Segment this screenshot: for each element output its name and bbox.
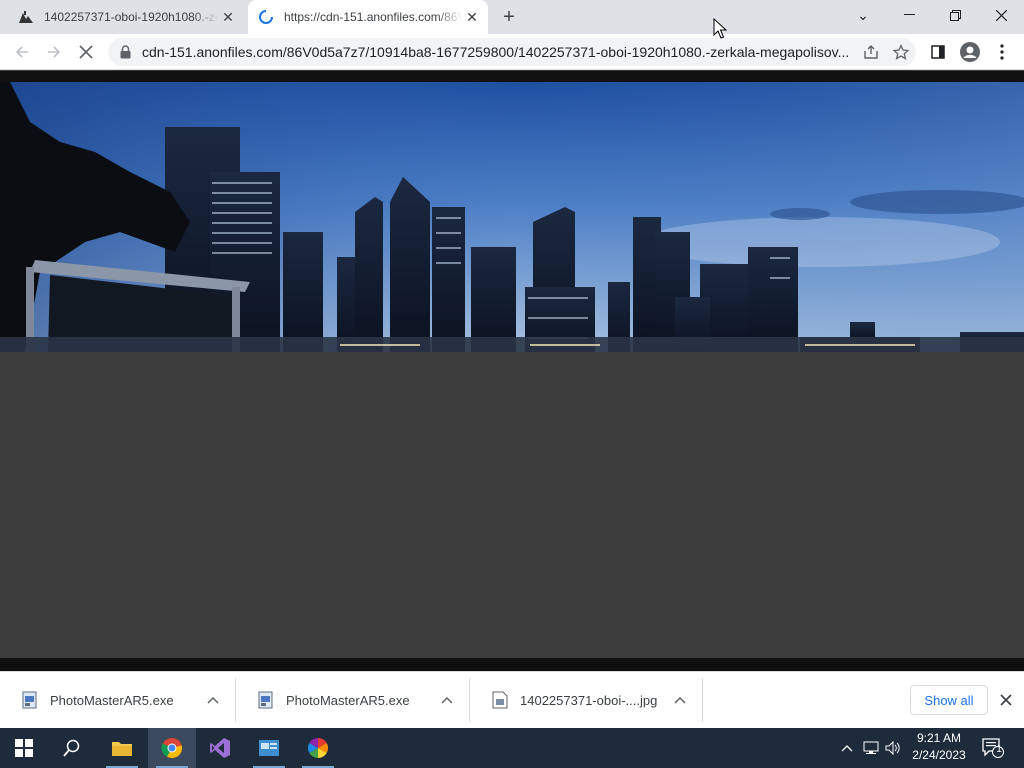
arrow-right-icon — [48, 46, 61, 58]
restore-icon — [949, 9, 961, 21]
lock-icon — [118, 45, 132, 59]
network-icon — [863, 741, 879, 754]
tab-close-icon[interactable]: ✕ — [218, 7, 238, 27]
new-tab-button[interactable]: + — [497, 5, 521, 29]
skyline-photo[interactable] — [0, 82, 1024, 352]
windows-logo-icon — [15, 739, 33, 757]
kebab-menu-icon — [1000, 44, 1004, 60]
mouse-cursor-icon — [713, 18, 727, 39]
stop-loading-button[interactable] — [72, 38, 100, 66]
tab-search-button[interactable]: ⌄ — [840, 0, 886, 30]
tab-title: 1402257371-oboi-1920h1080.-zerkala-megap… — [44, 10, 218, 24]
menu-button[interactable] — [988, 38, 1016, 66]
download-filename: PhotoMasterAR5.exe — [50, 692, 174, 708]
chevron-up-icon[interactable] — [668, 688, 692, 712]
show-all-downloads-button[interactable]: Show all — [910, 685, 988, 715]
download-item[interactable]: PhotoMasterAR5.exe — [236, 678, 470, 722]
clock-date: 2/24/2023 — [912, 748, 966, 762]
image-top-border — [0, 71, 1024, 82]
tab-title: https://cdn-151.anonfiles.com/86V0d5a7z7… — [284, 10, 462, 24]
speaker-icon — [885, 741, 900, 755]
color-wheel-icon — [308, 738, 328, 758]
side-panel-button[interactable] — [924, 38, 952, 66]
page-bottom-border — [0, 658, 1024, 672]
avatar-icon — [960, 42, 980, 62]
file-explorer-button[interactable] — [98, 728, 146, 768]
tab-anonfiles-active[interactable]: https://cdn-151.anonfiles.com/86V0d5a7z7… — [248, 0, 488, 34]
bookmark-star-icon[interactable] — [886, 38, 916, 66]
windows-taskbar: 9:21 AM 2/24/2023 1 — [0, 728, 1024, 768]
notification-count-badge: 1 — [996, 744, 1002, 755]
side-panel-icon — [931, 45, 945, 59]
exe-file-icon — [20, 690, 40, 710]
arrow-left-icon — [15, 46, 28, 58]
show-hidden-icons-button[interactable] — [836, 728, 858, 768]
chevron-up-icon — [841, 745, 853, 752]
close-window-button[interactable] — [978, 0, 1024, 30]
share-icon[interactable] — [856, 38, 886, 66]
download-item[interactable]: PhotoMasterAR5.exe — [0, 678, 236, 722]
loading-spinner-icon — [258, 9, 274, 25]
page-viewport — [0, 71, 1024, 672]
minimize-icon — [903, 14, 915, 15]
chrome-icon — [161, 738, 183, 759]
close-icon — [995, 9, 1007, 21]
image-favicon-icon — [18, 9, 34, 25]
action-center-button[interactable]: 1 — [978, 728, 1008, 768]
chrome-taskbar-button[interactable] — [148, 728, 196, 768]
tab-close-icon[interactable]: ✕ — [462, 7, 482, 27]
taskbar-clock[interactable]: 9:21 AM 2/24/2023 — [906, 730, 972, 766]
clock-time: 9:21 AM — [916, 731, 962, 745]
close-icon — [1000, 694, 1012, 706]
download-filename: 1402257371-oboi-....jpg — [520, 692, 658, 708]
search-button[interactable] — [48, 728, 96, 768]
control-panel-button[interactable] — [245, 728, 293, 768]
chevron-up-icon[interactable] — [201, 688, 225, 712]
visual-studio-button[interactable] — [196, 728, 244, 768]
chevron-up-icon[interactable] — [435, 688, 459, 712]
stop-icon — [79, 45, 93, 59]
folder-icon — [112, 742, 132, 756]
profile-avatar-button[interactable] — [956, 38, 984, 66]
browser-titlebar: 1402257371-oboi-1920h1080.-zerkala-megap… — [0, 0, 1024, 34]
back-button[interactable] — [8, 38, 36, 66]
download-filename: PhotoMasterAR5.exe — [286, 692, 410, 708]
photo-app-button[interactable] — [294, 728, 342, 768]
volume-button[interactable] — [882, 728, 904, 768]
url-text[interactable]: cdn-151.anonfiles.com/86V0d5a7z7/10914ba… — [142, 44, 856, 60]
close-downloads-bar-button[interactable] — [994, 688, 1018, 712]
search-icon — [63, 739, 80, 757]
address-bar[interactable]: cdn-151.anonfiles.com/86V0d5a7z7/10914ba… — [108, 38, 916, 66]
downloads-bar: PhotoMasterAR5.exe PhotoMasterAR5.exe 14… — [0, 671, 1024, 728]
app-window-icon — [259, 740, 279, 756]
minimize-button[interactable] — [886, 0, 932, 30]
image-file-icon — [490, 690, 510, 710]
download-item[interactable]: 1402257371-oboi-....jpg — [470, 678, 703, 722]
tab-wallpaper-image[interactable]: 1402257371-oboi-1920h1080.-zerkala-megap… — [8, 0, 244, 34]
exe-file-icon — [256, 690, 276, 710]
start-button[interactable] — [0, 728, 48, 768]
network-button[interactable] — [860, 728, 882, 768]
visual-studio-icon — [210, 738, 230, 758]
restore-button[interactable] — [932, 0, 978, 30]
forward-button[interactable] — [40, 38, 68, 66]
browser-toolbar: cdn-151.anonfiles.com/86V0d5a7z7/10914ba… — [0, 34, 1024, 70]
